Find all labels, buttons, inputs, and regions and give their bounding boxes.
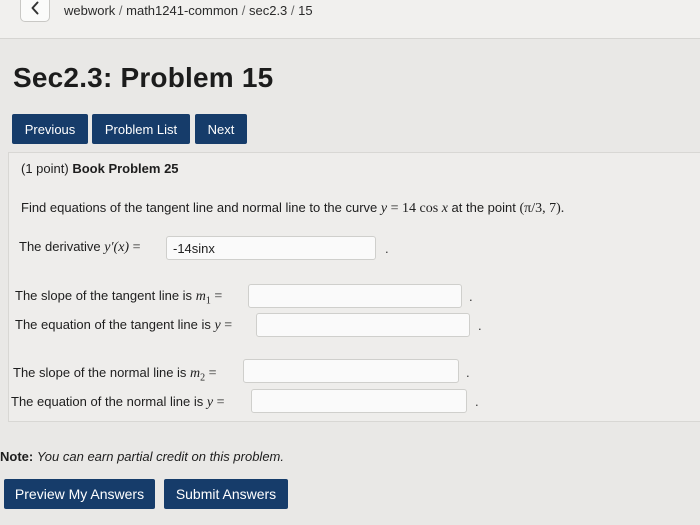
browser-topbar: webwork / math1241-common / sec2.3 / 15 xyxy=(0,0,700,39)
curve-eq: = 14 cos xyxy=(387,201,442,216)
normal-equation-eq: = xyxy=(213,395,225,410)
next-button[interactable]: Next xyxy=(195,114,247,144)
normal-equation-input[interactable] xyxy=(251,389,467,413)
breadcrumb-item-webwork[interactable]: webwork xyxy=(64,3,115,18)
tangent-equation-label: The equation of the tangent line is y = xyxy=(15,317,232,334)
derivative-input[interactable] xyxy=(166,236,376,260)
previous-button[interactable]: Previous xyxy=(12,114,88,144)
tangent-slope-label: The slope of the tangent line is m1 = xyxy=(15,288,222,307)
breadcrumb-item-problem: 15 xyxy=(298,3,313,18)
derivative-label: The derivative y′(x) = xyxy=(19,239,141,256)
breadcrumb-separator: / xyxy=(287,3,299,18)
point-coord: (π/3, 7). xyxy=(519,201,565,216)
derivative-period: . xyxy=(385,241,389,256)
problem-statement: Find equations of the tangent line and n… xyxy=(21,200,564,217)
problem-book-ref: Book Problem 25 xyxy=(72,161,179,176)
submit-answers-button[interactable]: Submit Answers xyxy=(164,479,288,509)
normal-slope-period: . xyxy=(466,365,470,380)
note-label: Note: xyxy=(0,449,34,464)
derivative-eq: = xyxy=(129,240,141,255)
normal-slope-label: The slope of the normal line is m2 = xyxy=(13,365,217,384)
normal-slope-input[interactable] xyxy=(243,359,459,383)
breadcrumb: webwork / math1241-common / sec2.3 / 15 xyxy=(64,3,313,18)
breadcrumb-separator: / xyxy=(115,3,127,18)
tangent-slope-eq: = xyxy=(210,289,223,304)
tangent-equation-input[interactable] xyxy=(256,313,470,337)
tangent-slope-period: . xyxy=(469,289,473,304)
tangent-equation-period: . xyxy=(478,318,482,333)
breadcrumb-item-set[interactable]: sec2.3 xyxy=(249,3,287,18)
back-button[interactable] xyxy=(20,0,50,22)
problem-list-button[interactable]: Problem List xyxy=(92,114,190,144)
normal-equation-text: The equation of the normal line is xyxy=(11,394,207,409)
normal-slope-eq: = xyxy=(205,366,217,381)
tangent-slope-text: The slope of the tangent line is xyxy=(15,288,196,303)
partial-credit-note: Note: You can earn partial credit on thi… xyxy=(0,449,284,464)
normal-slope-text: The slope of the normal line is xyxy=(13,365,191,380)
page-title: Sec2.3: Problem 15 xyxy=(13,62,274,93)
problem-header: (1 point) Book Problem 25 xyxy=(21,161,179,176)
statement-prefix: Find equations of the tangent line and n… xyxy=(21,200,378,215)
tangent-equation-text: The equation of the tangent line is xyxy=(15,317,215,332)
derivative-math: y′(x) xyxy=(104,240,130,255)
breadcrumb-item-course[interactable]: math1241-common xyxy=(126,3,238,18)
normal-equation-label: The equation of the normal line is y = xyxy=(11,394,224,411)
normal-slope-math: m xyxy=(190,366,201,381)
problem-points: (1 point) xyxy=(21,161,69,176)
tangent-slope-math: m xyxy=(195,289,206,304)
normal-equation-period: . xyxy=(475,394,479,409)
problem-panel: (1 point) Book Problem 25 Find equations… xyxy=(8,152,700,422)
tangent-slope-input[interactable] xyxy=(248,284,462,308)
statement-mid: at the point xyxy=(447,200,520,215)
note-text: You can earn partial credit on this prob… xyxy=(36,449,284,464)
chevron-left-icon xyxy=(31,1,39,15)
tangent-equation-eq: = xyxy=(220,318,233,333)
derivative-label-text: The derivative xyxy=(19,239,105,254)
preview-answers-button[interactable]: Preview My Answers xyxy=(4,479,155,509)
breadcrumb-separator: / xyxy=(238,3,249,18)
